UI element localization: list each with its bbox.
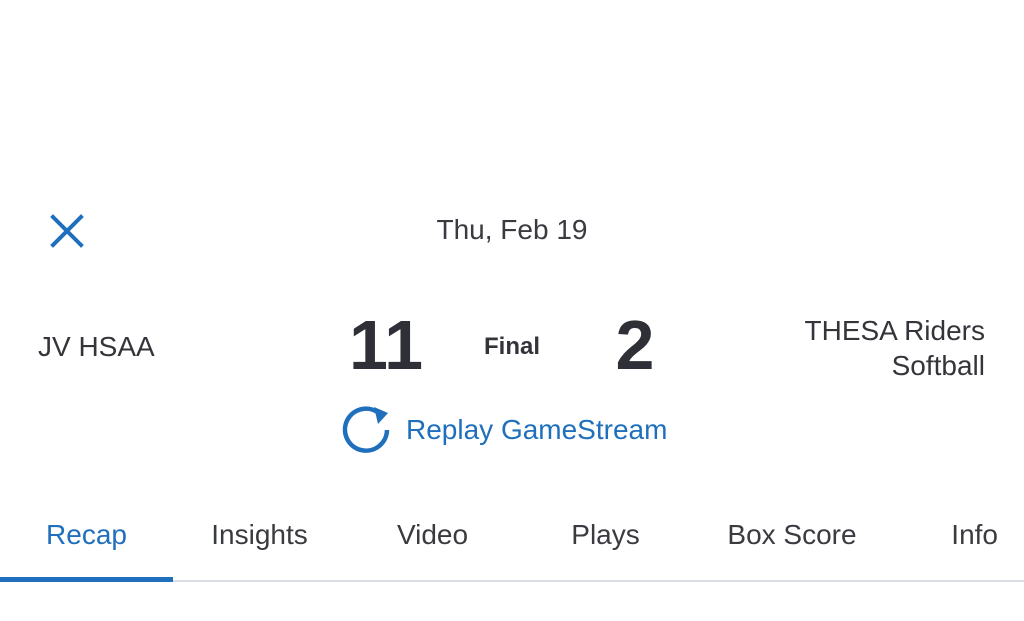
- game-detail-screen: Thu, Feb 19 JV HSAA 11 Final 2 THESA Rid…: [0, 0, 1024, 621]
- replay-gamestream-button[interactable]: Replay GameStream: [340, 404, 667, 456]
- replay-icon: [342, 406, 390, 453]
- tab-label: Video: [396, 519, 469, 550]
- game-date: Thu, Feb 19: [436, 214, 588, 245]
- tab-info[interactable]: Info: [892, 490, 1024, 580]
- tab-recap[interactable]: Recap: [0, 490, 173, 582]
- tab-video[interactable]: Video: [346, 490, 519, 580]
- tab-label: Recap: [46, 519, 127, 550]
- tab-label: Plays: [571, 519, 640, 550]
- replay-gamestream-label: Replay GameStream: [406, 414, 668, 445]
- game-tabs: Recap Insights Video Plays Box Score Inf…: [0, 490, 1024, 582]
- tab-plays[interactable]: Plays: [519, 490, 692, 580]
- tab-label: Info: [951, 519, 998, 550]
- tab-box-score[interactable]: Box Score: [692, 490, 892, 580]
- away-team-name[interactable]: THESA Riders Softball: [725, 313, 986, 383]
- away-team-name-line1: THESA Riders: [804, 315, 986, 346]
- away-team-score: 2: [615, 306, 655, 384]
- tab-label: Box Score: [727, 519, 857, 550]
- active-tab-indicator: [0, 577, 173, 582]
- tab-insights[interactable]: Insights: [173, 490, 346, 580]
- tab-label: Insights: [211, 519, 308, 550]
- away-team-name-line2: Softball: [891, 350, 985, 381]
